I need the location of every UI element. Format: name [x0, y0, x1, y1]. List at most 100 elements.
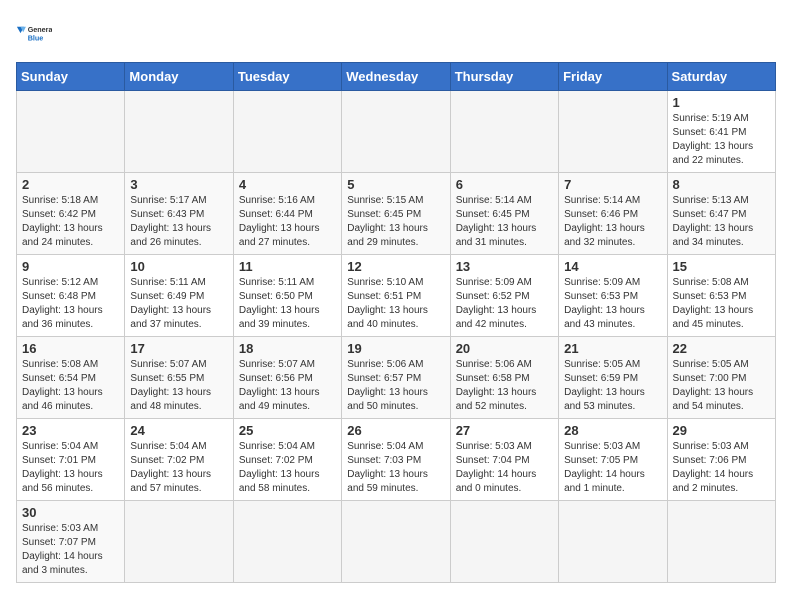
calendar-day-cell: 10 Sunrise: 5:11 AM Sunset: 6:49 PM Dayli… [125, 255, 233, 337]
day-info: Sunrise: 5:03 AM Sunset: 7:07 PM Dayligh… [22, 522, 119, 578]
day-number: 26 [347, 423, 444, 438]
day-info: Sunrise: 5:14 AM Sunset: 6:46 PM Dayligh… [564, 194, 661, 250]
day-number: 18 [239, 341, 336, 356]
day-number: 29 [673, 423, 770, 438]
calendar-day-cell: 23 Sunrise: 5:04 AM Sunset: 7:01 PM Dayli… [17, 419, 125, 501]
calendar-week-row: 2Sunrise: 5:18 AM Sunset: 6:42 PM Daylig… [17, 173, 776, 255]
calendar-day-cell: 25 Sunrise: 5:04 AM Sunset: 7:02 PM Dayli… [233, 419, 341, 501]
day-number: 16 [22, 341, 119, 356]
day-number: 19 [347, 341, 444, 356]
day-info: Sunrise: 5:05 AM Sunset: 7:00 PM Dayligh… [673, 358, 770, 414]
day-number: 23 [22, 423, 119, 438]
calendar-day-cell [233, 91, 341, 173]
day-info: Sunrise: 5:09 AM Sunset: 6:52 PM Dayligh… [456, 276, 553, 332]
day-info: Sunrise: 5:03 AM Sunset: 7:04 PM Dayligh… [456, 440, 553, 496]
day-info: Sunrise: 5:15 AM Sunset: 6:45 PM Dayligh… [347, 194, 444, 250]
calendar-day-cell [450, 501, 558, 583]
calendar-day-cell: 13 Sunrise: 5:09 AM Sunset: 6:52 PM Dayli… [450, 255, 558, 337]
day-info: Sunrise: 5:04 AM Sunset: 7:03 PM Dayligh… [347, 440, 444, 496]
day-info: Sunrise: 5:03 AM Sunset: 7:06 PM Dayligh… [673, 440, 770, 496]
day-number: 13 [456, 259, 553, 274]
calendar-day-cell [450, 91, 558, 173]
day-info: Sunrise: 5:09 AM Sunset: 6:53 PM Dayligh… [564, 276, 661, 332]
calendar-day-cell: 26 Sunrise: 5:04 AM Sunset: 7:03 PM Dayli… [342, 419, 450, 501]
day-number: 14 [564, 259, 661, 274]
calendar-day-cell: 16 Sunrise: 5:08 AM Sunset: 6:54 PM Dayli… [17, 337, 125, 419]
day-number: 9 [22, 259, 119, 274]
day-number: 27 [456, 423, 553, 438]
day-info: Sunrise: 5:19 AM Sunset: 6:41 PM Dayligh… [673, 112, 770, 168]
calendar-day-header: Sunday [17, 63, 125, 91]
calendar-day-cell: 14 Sunrise: 5:09 AM Sunset: 6:53 PM Dayli… [559, 255, 667, 337]
day-number: 30 [22, 505, 119, 520]
calendar-table: SundayMondayTuesdayWednesdayThursdayFrid… [16, 62, 776, 583]
calendar-day-cell: 4Sunrise: 5:16 AM Sunset: 6:44 PM Daylig… [233, 173, 341, 255]
calendar-day-header: Wednesday [342, 63, 450, 91]
calendar-day-cell: 18 Sunrise: 5:07 AM Sunset: 6:56 PM Dayli… [233, 337, 341, 419]
day-number: 28 [564, 423, 661, 438]
day-number: 22 [673, 341, 770, 356]
day-info: Sunrise: 5:11 AM Sunset: 6:49 PM Dayligh… [130, 276, 227, 332]
day-number: 8 [673, 177, 770, 192]
calendar-day-header: Friday [559, 63, 667, 91]
day-number: 21 [564, 341, 661, 356]
calendar-week-row: 30 Sunrise: 5:03 AM Sunset: 7:07 PM Dayli… [17, 501, 776, 583]
calendar-week-row: 9Sunrise: 5:12 AM Sunset: 6:48 PM Daylig… [17, 255, 776, 337]
day-number: 10 [130, 259, 227, 274]
calendar-day-cell: 3Sunrise: 5:17 AM Sunset: 6:43 PM Daylig… [125, 173, 233, 255]
day-number: 25 [239, 423, 336, 438]
svg-text:General: General [28, 25, 52, 34]
calendar-day-cell: 5 Sunrise: 5:15 AM Sunset: 6:45 PM Daylig… [342, 173, 450, 255]
calendar-day-cell: 22 Sunrise: 5:05 AM Sunset: 7:00 PM Dayli… [667, 337, 775, 419]
calendar-day-cell: 21 Sunrise: 5:05 AM Sunset: 6:59 PM Dayli… [559, 337, 667, 419]
day-number: 1 [673, 95, 770, 110]
calendar-week-row: 23 Sunrise: 5:04 AM Sunset: 7:01 PM Dayli… [17, 419, 776, 501]
calendar-day-cell: 27 Sunrise: 5:03 AM Sunset: 7:04 PM Dayli… [450, 419, 558, 501]
day-number: 4 [239, 177, 336, 192]
calendar-day-cell: 1 Sunrise: 5:19 AM Sunset: 6:41 PM Daylig… [667, 91, 775, 173]
day-number: 17 [130, 341, 227, 356]
day-info: Sunrise: 5:10 AM Sunset: 6:51 PM Dayligh… [347, 276, 444, 332]
day-number: 5 [347, 177, 444, 192]
calendar-day-cell: 30 Sunrise: 5:03 AM Sunset: 7:07 PM Dayli… [17, 501, 125, 583]
day-info: Sunrise: 5:05 AM Sunset: 6:59 PM Dayligh… [564, 358, 661, 414]
day-number: 20 [456, 341, 553, 356]
calendar-day-header: Thursday [450, 63, 558, 91]
calendar-day-cell: 7 Sunrise: 5:14 AM Sunset: 6:46 PM Daylig… [559, 173, 667, 255]
day-info: Sunrise: 5:06 AM Sunset: 6:57 PM Dayligh… [347, 358, 444, 414]
calendar-week-row: 1 Sunrise: 5:19 AM Sunset: 6:41 PM Daylig… [17, 91, 776, 173]
day-info: Sunrise: 5:04 AM Sunset: 7:02 PM Dayligh… [239, 440, 336, 496]
day-info: Sunrise: 5:07 AM Sunset: 6:55 PM Dayligh… [130, 358, 227, 414]
calendar-day-cell [559, 91, 667, 173]
calendar-day-cell [17, 91, 125, 173]
day-number: 15 [673, 259, 770, 274]
calendar-day-cell: 8 Sunrise: 5:13 AM Sunset: 6:47 PM Daylig… [667, 173, 775, 255]
calendar-day-header: Monday [125, 63, 233, 91]
day-info: Sunrise: 5:04 AM Sunset: 7:01 PM Dayligh… [22, 440, 119, 496]
calendar-day-cell: 19 Sunrise: 5:06 AM Sunset: 6:57 PM Dayli… [342, 337, 450, 419]
day-number: 12 [347, 259, 444, 274]
day-info: Sunrise: 5:03 AM Sunset: 7:05 PM Dayligh… [564, 440, 661, 496]
day-info: Sunrise: 5:18 AM Sunset: 6:42 PM Dayligh… [22, 194, 119, 250]
day-info: Sunrise: 5:08 AM Sunset: 6:53 PM Dayligh… [673, 276, 770, 332]
calendar-day-cell [342, 501, 450, 583]
calendar-day-cell [125, 501, 233, 583]
day-info: Sunrise: 5:08 AM Sunset: 6:54 PM Dayligh… [22, 358, 119, 414]
calendar-day-cell: 9Sunrise: 5:12 AM Sunset: 6:48 PM Daylig… [17, 255, 125, 337]
svg-text:Blue: Blue [28, 33, 44, 42]
calendar-day-cell: 15 Sunrise: 5:08 AM Sunset: 6:53 PM Dayli… [667, 255, 775, 337]
day-number: 6 [456, 177, 553, 192]
day-info: Sunrise: 5:17 AM Sunset: 6:43 PM Dayligh… [130, 194, 227, 250]
day-info: Sunrise: 5:11 AM Sunset: 6:50 PM Dayligh… [239, 276, 336, 332]
day-info: Sunrise: 5:13 AM Sunset: 6:47 PM Dayligh… [673, 194, 770, 250]
calendar-day-cell [233, 501, 341, 583]
day-number: 7 [564, 177, 661, 192]
calendar-day-cell [667, 501, 775, 583]
calendar-day-cell: 6Sunrise: 5:14 AM Sunset: 6:45 PM Daylig… [450, 173, 558, 255]
calendar-day-cell [125, 91, 233, 173]
day-info: Sunrise: 5:06 AM Sunset: 6:58 PM Dayligh… [456, 358, 553, 414]
day-info: Sunrise: 5:07 AM Sunset: 6:56 PM Dayligh… [239, 358, 336, 414]
calendar-day-header: Tuesday [233, 63, 341, 91]
calendar-day-cell: 24Sunrise: 5:04 AM Sunset: 7:02 PM Dayli… [125, 419, 233, 501]
calendar-day-cell [342, 91, 450, 173]
